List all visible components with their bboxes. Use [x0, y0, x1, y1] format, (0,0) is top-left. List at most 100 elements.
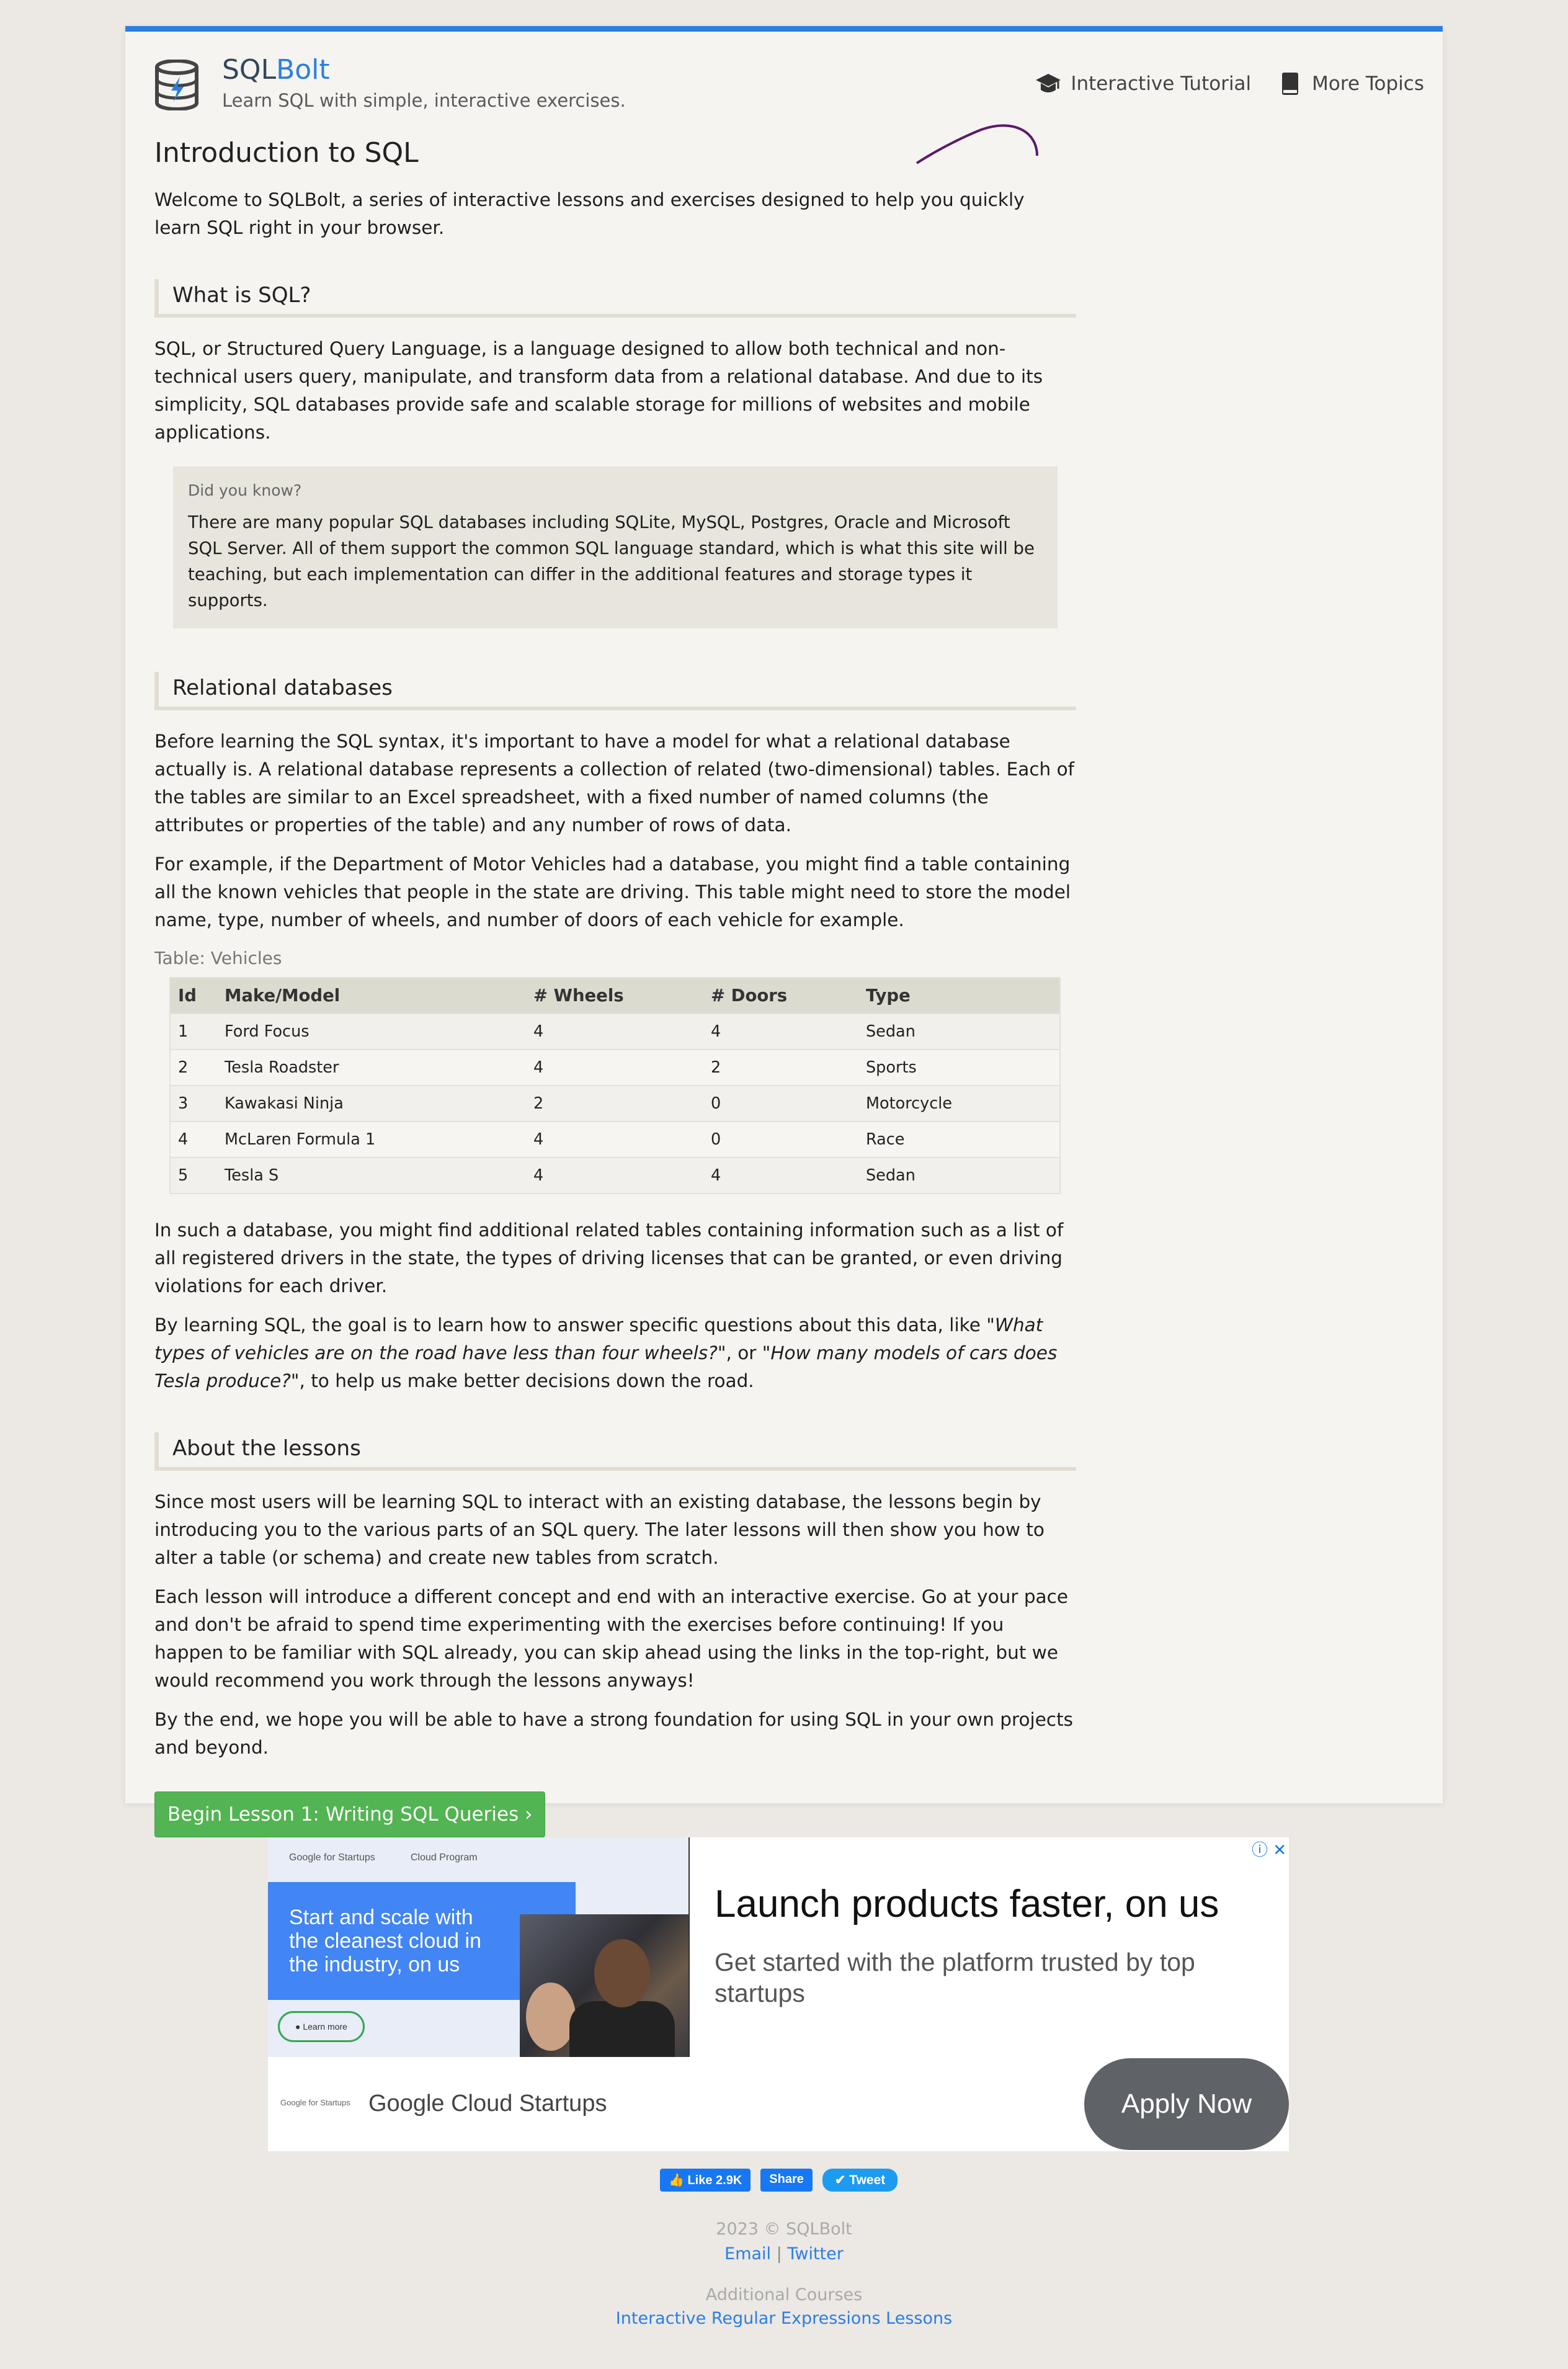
section-heading-about-lessons: About the lessons [154, 1432, 1076, 1471]
relational-paragraph-1: Before learning the SQL syntax, it's imp… [154, 731, 1075, 836]
facebook-like-button[interactable]: 👍 Like 2.9K [660, 2169, 751, 2192]
ad-footer-logo: Google for Startups [280, 2098, 350, 2107]
footer-links: Email | Twitter [0, 2244, 1568, 2264]
ad-info-close-icon[interactable]: ⓘ ✕ [1252, 1837, 1286, 1860]
ad-apply-now-button[interactable]: Apply Now [1084, 2058, 1289, 2150]
cell-wheels: 4 [526, 1157, 703, 1193]
cell-wheels: 2 [526, 1085, 703, 1122]
database-bolt-logo-icon[interactable] [154, 60, 200, 110]
cell-wheels: 4 [526, 1049, 703, 1086]
cell-doors: 0 [703, 1085, 858, 1122]
relational-closing-paragraph: By learning SQL, the goal is to learn ho… [154, 1311, 1076, 1395]
ad-advertiser-name[interactable]: Google Cloud Startups [368, 2090, 607, 2117]
cell-type: Race [858, 1121, 1060, 1158]
cell-type: Sedan [858, 1013, 1060, 1050]
intro-paragraph: Welcome to SQLBolt, a series of interact… [154, 189, 1025, 238]
cell-doors: 0 [703, 1121, 858, 1158]
table-row: 1 Ford Focus 4 4 Sedan [170, 1013, 1060, 1050]
what-is-sql-paragraph: SQL, or Structured Query Language, is a … [154, 338, 1043, 443]
cell-wheels: 4 [526, 1121, 703, 1158]
additional-courses-label: Additional Courses [705, 2285, 863, 2304]
section-heading-what-is-sql: What is SQL? [154, 279, 1076, 318]
footer-separator: | [776, 2244, 782, 2264]
ad-photo-person-face [594, 1939, 650, 2007]
cell-id: 2 [170, 1049, 217, 1086]
ad-cloud-program-logo: Cloud Program [411, 1852, 478, 1863]
cell-make-model: McLaren Formula 1 [217, 1121, 526, 1158]
nav-more-topics[interactable]: More Topics [1276, 71, 1424, 96]
copyright-text: 2023 © SQLBolt [716, 2220, 852, 2239]
ad-blue-text-line-3: the industry, on us [289, 1953, 460, 1976]
about-paragraph-3: By the end, we hope you will be able to … [154, 1709, 1074, 1758]
ad-photo-person-body [569, 2001, 675, 2057]
ad-photo [520, 1914, 690, 2057]
column-header-type: Type [858, 978, 1060, 1014]
cell-type: Sedan [858, 1157, 1060, 1193]
ad-divider [688, 1837, 690, 2057]
table-row: 2 Tesla Roadster 4 2 Sports [170, 1049, 1060, 1086]
brand-sql: SQL [222, 54, 277, 86]
column-header-doors: # Doors [703, 978, 858, 1014]
ad-blue-text: Start and scale with the cleanest cloud … [289, 1906, 481, 1976]
book-icon [1282, 73, 1299, 95]
cell-doors: 4 [703, 1157, 858, 1193]
closing-mid: , or " [726, 1342, 771, 1363]
footer-copyright: 2023 © SQLBolt [0, 2220, 1568, 2239]
did-you-know-label: Did you know? [188, 481, 302, 499]
ad-image-panel[interactable]: Google for Startups Cloud Program Start … [268, 1837, 690, 2057]
cell-make-model: Kawakasi Ninja [217, 1085, 526, 1122]
cell-wheels: 4 [526, 1013, 703, 1050]
ad-blue-text-line-1: Start and scale with [289, 1906, 473, 1929]
column-header-id: Id [170, 978, 217, 1014]
table-row: 4 McLaren Formula 1 4 0 Race [170, 1121, 1060, 1158]
column-header-wheels: # Wheels [526, 978, 703, 1014]
twitter-tweet-button[interactable]: ✔ Tweet [822, 2169, 898, 2192]
cell-id: 1 [170, 1013, 217, 1050]
page-title: Introduction to SQL [154, 137, 419, 169]
did-you-know-box: Did you know? There are many popular SQL… [173, 466, 1058, 628]
site-brand[interactable]: SQLBolt [222, 54, 330, 86]
table-row: 5 Tesla S 4 4 Sedan [170, 1157, 1060, 1193]
cell-type: Sports [858, 1049, 1060, 1086]
table-row: 3 Kawakasi Ninja 2 0 Motorcycle [170, 1085, 1060, 1122]
footer-regex-course: Interactive Regular Expressions Lessons [0, 2309, 1568, 2328]
cell-make-model: Tesla Roadster [217, 1049, 526, 1086]
graduation-cap-icon [1036, 74, 1061, 92]
cell-doors: 4 [703, 1013, 858, 1050]
footer-additional-courses: Additional Courses [0, 2285, 1568, 2304]
ad-learn-more-button[interactable]: ● Learn more [278, 2011, 365, 2042]
about-paragraph-1: Since most users will be learning SQL to… [154, 1491, 1045, 1568]
main-page-card: SQLBolt Learn SQL with simple, interacti… [125, 26, 1443, 1837]
vehicles-table: Id Make/Model # Wheels # Doors Type 1 Fo… [169, 977, 1061, 1194]
ad-headline[interactable]: Launch products faster, on us [715, 1882, 1219, 1926]
relational-paragraph-3: In such a database, you might find addit… [154, 1220, 1064, 1296]
cell-make-model: Tesla S [217, 1157, 526, 1193]
ad-subheadline: Get started with the platform trusted by… [715, 1948, 1195, 2007]
cell-make-model: Ford Focus [217, 1013, 526, 1050]
table-header-row: Id Make/Model # Wheels # Doors Type [170, 978, 1060, 1014]
ad-blue-text-line-2: the cleanest cloud in [289, 1929, 481, 1953]
ad-google-for-startups-logo: Google for Startups [289, 1852, 375, 1863]
advertisement-banner[interactable]: Google for Startups Cloud Program Start … [268, 1837, 1289, 2151]
site-tagline: Learn SQL with simple, interactive exerc… [222, 90, 626, 111]
closing-pre: By learning SQL, the goal is to learn ho… [154, 1314, 987, 1336]
footer-email-link[interactable]: Email [724, 2244, 771, 2264]
cell-id: 4 [170, 1121, 217, 1158]
top-navigation: Interactive Tutorial More Topics [1035, 71, 1424, 96]
relational-paragraph-2: For example, if the Department of Motor … [154, 854, 1071, 930]
lesson-content: Introduction to SQL Welcome to SQLBolt, … [154, 137, 1076, 1837]
nav-more-topics-label: More Topics [1312, 73, 1424, 95]
cell-id: 5 [170, 1157, 217, 1193]
table-caption: Table: Vehicles [154, 948, 282, 968]
section-heading-relational-databases: Relational databases [154, 672, 1076, 710]
social-buttons: 👍 Like 2.9K Share ✔ Tweet [660, 2169, 898, 2192]
cell-id: 3 [170, 1085, 217, 1122]
nav-interactive-tutorial-label: Interactive Tutorial [1071, 73, 1252, 95]
cell-type: Motorcycle [858, 1085, 1060, 1122]
closing-post: ", to help us make better decisions down… [290, 1370, 754, 1391]
begin-lesson-button[interactable]: Begin Lesson 1: Writing SQL Queries › [154, 1791, 546, 1837]
regex-lessons-link[interactable]: Interactive Regular Expressions Lessons [616, 2309, 952, 2328]
footer-twitter-link[interactable]: Twitter [787, 2244, 844, 2264]
nav-interactive-tutorial[interactable]: Interactive Tutorial [1035, 71, 1251, 96]
facebook-share-button[interactable]: Share [760, 2169, 813, 2192]
